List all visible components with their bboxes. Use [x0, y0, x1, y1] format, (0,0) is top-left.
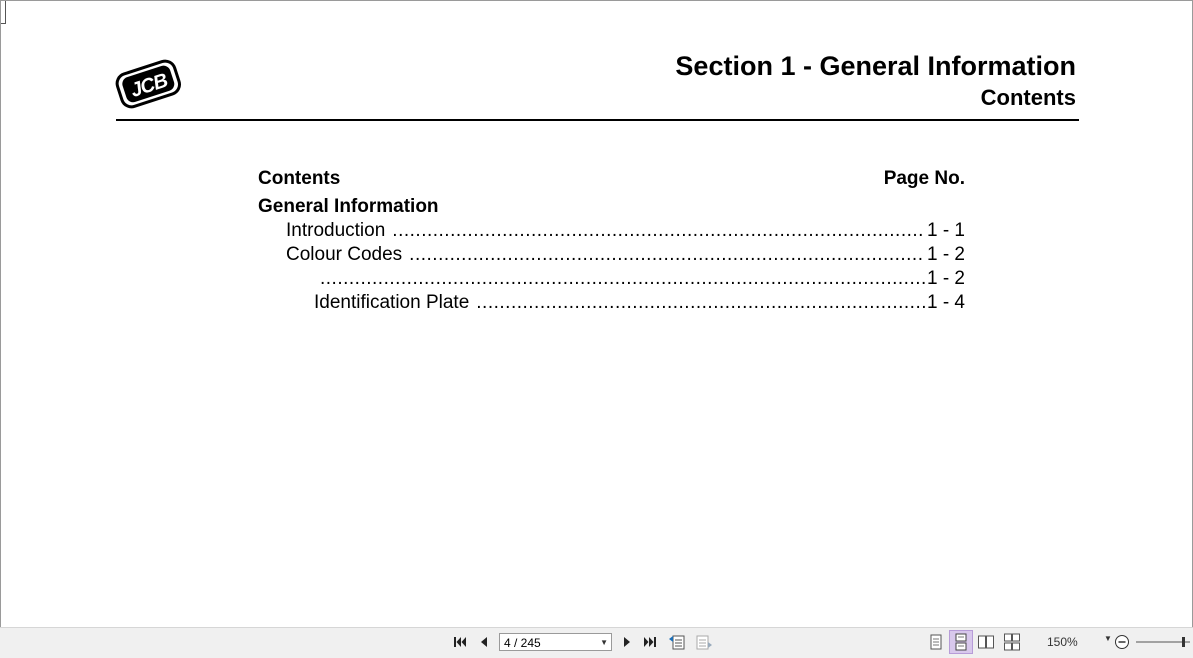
section-subtitle: Contents [980, 85, 1076, 110]
toc-leader-dots [320, 267, 925, 291]
toc-entry-introduction[interactable]: Introduction 1 - 1 [258, 219, 965, 243]
previous-view-icon[interactable] [668, 633, 686, 651]
next-view-icon[interactable] [695, 633, 713, 651]
toc-entry-label: Colour Codes [286, 244, 403, 265]
zoom-level[interactable]: 150% [1047, 635, 1078, 649]
toc-entry-colour-codes[interactable]: Colour Codes 1 - 2 [258, 243, 965, 267]
page-corner-marker [1, 1, 6, 24]
toc-entry-page: 1 - 2 [926, 244, 965, 265]
toc-leader-dots [392, 219, 925, 243]
single-page-view-icon[interactable] [927, 633, 945, 651]
section-title: Section 1 - General Information [675, 51, 1076, 81]
toc-header-page-no: Page No. [883, 168, 965, 189]
toc-entry-unlabeled[interactable]: 1 - 2 [258, 267, 965, 291]
toc-entry-page: 1 - 4 [926, 292, 965, 313]
last-page-icon[interactable] [642, 634, 658, 650]
previous-page-icon[interactable] [476, 634, 492, 650]
toc-leader-dots [409, 243, 925, 267]
continuous-view-button[interactable] [949, 630, 973, 654]
continuous-view-icon [955, 633, 967, 651]
zoom-out-icon[interactable] [1114, 634, 1130, 650]
table-of-contents: Contents Page No. General Information In… [258, 167, 965, 315]
header-rule [116, 119, 1079, 121]
toc-entry-page: 1 - 1 [926, 220, 965, 241]
first-page-icon[interactable] [452, 634, 468, 650]
toc-entry-label: Identification Plate [314, 292, 470, 313]
page-number-input[interactable]: 4 / 245 ▼ [499, 633, 612, 651]
zoom-slider[interactable] [1134, 634, 1192, 650]
toc-header-contents: Contents [258, 168, 341, 189]
two-page-continuous-icon[interactable] [1003, 633, 1021, 651]
zoom-dropdown-icon[interactable]: ▼ [1104, 634, 1112, 643]
next-page-icon[interactable] [619, 634, 635, 650]
zoom-slider-thumb[interactable] [1182, 637, 1185, 647]
document-page: JCB Section 1 - General Information Cont… [0, 0, 1193, 627]
toc-leader-dots [476, 291, 925, 315]
page-indicator-text: 4 / 245 [504, 636, 541, 650]
toc-entry-identification-plate[interactable]: Identification Plate 1 - 4 [258, 291, 965, 315]
two-page-view-icon[interactable] [977, 633, 995, 651]
page-dropdown-icon[interactable]: ▼ [600, 634, 608, 652]
toc-entry-label: Introduction [286, 220, 386, 241]
toc-entry-page: 1 - 2 [926, 268, 965, 289]
toc-header: Contents Page No. [258, 167, 965, 195]
viewer-toolbar: 4 / 245 ▼ 150% ▼ [0, 627, 1193, 658]
jcb-logo: JCB [115, 59, 181, 109]
toc-group-title: General Information [258, 196, 439, 217]
